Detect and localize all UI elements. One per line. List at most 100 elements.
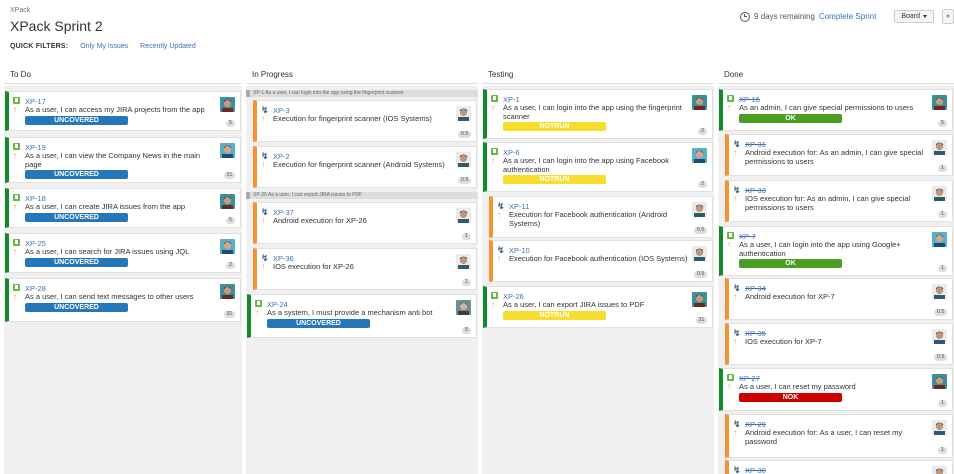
test-status-badge: UNCOVERED — [25, 115, 128, 125]
swimlane-header[interactable]: XP-26 As a user, I can export JIRA issue… — [246, 192, 478, 199]
issue-card[interactable]: ↑ XP-24 As a system, I must provide a mech… — [247, 294, 477, 338]
priority-high-icon: ↑ — [727, 103, 731, 112]
estimate-badge: 0.5 — [458, 177, 471, 184]
avatar[interactable] — [692, 95, 707, 110]
issue-summary-line: Execution for fingerprint scanner (Andro… — [273, 160, 445, 169]
issue-card[interactable]: ↑ XP-18 As a user, I can create JIRA issue… — [5, 188, 241, 228]
avatar[interactable] — [456, 208, 471, 223]
story-icon — [727, 232, 734, 239]
avatar[interactable] — [932, 284, 947, 299]
issue-card[interactable]: ↯ ↑ XP-34 Android execution for XP-7 0.5 — [725, 278, 953, 320]
issue-card[interactable]: ↯ ↑ XP-36 IOS execution for XP-26 1 — [253, 248, 477, 290]
issue-card[interactable]: ↑ XP-26 As a user, I can export JIRA issue… — [483, 286, 713, 328]
column-header-1: In Progress — [252, 70, 293, 79]
priority-high-icon: ↑ — [255, 308, 259, 317]
issue-summary: As a user, I can access my JIRA projects… — [25, 105, 205, 115]
estimate-badge: 2 — [698, 128, 707, 135]
board-menu-button[interactable]: Board — [894, 10, 934, 23]
avatar[interactable] — [456, 300, 471, 315]
quick-filters-label: QUICK FILTERS: — [10, 43, 69, 50]
test-status-badge: UNCOVERED — [25, 302, 128, 312]
story-icon — [13, 284, 20, 291]
issue-summary: As a user, I can view the Company News i… — [25, 151, 201, 169]
avatar[interactable] — [932, 329, 947, 344]
issue-card[interactable]: ↯ ↑ XP-31 Android execution for: As an admi… — [725, 134, 953, 176]
issue-summary: Android execution for: As a user, I can … — [745, 428, 902, 446]
column-divider — [718, 83, 954, 84]
avatar[interactable] — [220, 194, 235, 209]
subtask-icon: ↯ — [733, 419, 741, 429]
issue-summary-line: As a user, I can create JIRA issues from… — [25, 202, 186, 211]
avatar[interactable] — [932, 95, 947, 110]
subtask-icon: ↯ — [733, 328, 741, 338]
issue-summary-line: As a user, I can view the Company News i… — [25, 151, 201, 160]
avatar[interactable] — [692, 148, 707, 163]
avatar[interactable] — [692, 246, 707, 261]
avatar[interactable] — [932, 420, 947, 435]
issue-summary-line: page — [25, 159, 42, 169]
story-icon — [13, 97, 20, 104]
issue-card[interactable]: ↑ XP-1 As a user, I can login into the app… — [483, 89, 713, 139]
subtask-icon: ↯ — [261, 105, 269, 115]
issue-card[interactable]: ↯ ↑ XP-33 IOS execution for: As an admin, I… — [725, 180, 953, 222]
avatar[interactable] — [932, 232, 947, 247]
issue-card[interactable]: ↑ XP-6 As a user, I can login into the app… — [483, 142, 713, 192]
issue-card[interactable]: ↑ XP-28 As a user, I can send text message… — [5, 278, 241, 322]
issue-card[interactable]: ↯ ↑ XP-29 Android execution for: As a user,… — [725, 414, 953, 458]
estimate-badge: 5 — [938, 120, 947, 127]
test-status-badge: NOK — [739, 392, 842, 402]
issue-card[interactable]: ↯ ↑ XP-35 IOS execution for XP-7 0.5 — [725, 323, 953, 365]
issue-summary-line: IOS execution for XP-7 — [745, 337, 822, 346]
avatar[interactable] — [932, 466, 947, 474]
issue-summary: As a user, I can login into the app usin… — [503, 103, 682, 121]
estimate-badge: 1 — [938, 447, 947, 454]
issue-card[interactable]: ↑ XP-19 As a user, I can view the Company … — [5, 137, 241, 183]
avatar[interactable] — [456, 254, 471, 269]
issue-card[interactable]: ↯ ↑ XP-11 Execution for Facebook authentica… — [489, 196, 713, 238]
subtask-icon: ↯ — [497, 201, 505, 211]
collapse-button[interactable]: » — [942, 9, 954, 24]
issue-card[interactable]: ↯↑XP-30 — [725, 460, 953, 474]
priority-high-icon: ↑ — [13, 247, 17, 256]
issue-card[interactable]: ↯ ↑ XP-2 Execution for fingerprint scanner … — [253, 146, 477, 188]
issue-card[interactable]: ↑ XP-27 As a user, I can reset my password… — [719, 368, 953, 411]
project-name[interactable]: XPack — [10, 7, 30, 14]
issue-summary-line: permissions to users — [745, 202, 814, 212]
avatar[interactable] — [220, 97, 235, 112]
avatar[interactable] — [220, 239, 235, 254]
avatar[interactable] — [692, 202, 707, 217]
test-status-badge: UNCOVERED — [25, 170, 128, 180]
subtask-icon: ↯ — [733, 185, 741, 195]
avatar[interactable] — [932, 374, 947, 389]
issue-card[interactable]: ↑ XP-7 As a user, I can login into the app… — [719, 226, 953, 276]
test-status-badge: UNCOVERED — [25, 212, 128, 222]
estimate-badge: 5 — [226, 217, 235, 224]
issue-card[interactable]: ↯ ↑ XP-37 Android execution for XP-26 1 — [253, 202, 477, 244]
issue-summary: As a system, I must provide a mechanism … — [267, 308, 432, 318]
filter-recently-updated[interactable]: Recently Updated — [140, 43, 196, 50]
issue-card[interactable]: ↑ XP-17 As a user, I can access my JIRA pr… — [5, 91, 241, 131]
swimlane-header[interactable]: XP-1 As a user, I can login into the app… — [246, 90, 478, 97]
avatar[interactable] — [456, 152, 471, 167]
avatar[interactable] — [692, 292, 707, 307]
issue-card[interactable]: ↯ ↑ XP-10 Execution for Facebook authentica… — [489, 240, 713, 282]
complete-sprint-link[interactable]: Complete Sprint — [819, 12, 876, 21]
estimate-badge: 1 — [938, 265, 947, 272]
avatar[interactable] — [220, 284, 235, 299]
estimate-badge: 5 — [226, 120, 235, 127]
avatar[interactable] — [220, 143, 235, 158]
issue-summary: Android execution for XP-7 — [745, 292, 835, 302]
story-icon — [13, 194, 20, 201]
column-divider — [482, 83, 714, 84]
avatar[interactable] — [932, 186, 947, 201]
avatar[interactable] — [456, 106, 471, 121]
issue-card[interactable]: ↑ XP-25 As a user, I can search for JIRA i… — [5, 233, 241, 273]
priority-high-icon: ↑ — [491, 103, 495, 112]
avatar[interactable] — [932, 140, 947, 155]
issue-card[interactable]: ↯ ↑ XP-3 Execution for fingerprint scanner … — [253, 100, 477, 142]
filter-only-my-issues[interactable]: Only My Issues — [80, 43, 128, 50]
issue-card[interactable]: ↑ XP-16 As an admin, I can give special pe… — [719, 89, 953, 131]
issue-key[interactable]: XP-30 — [745, 466, 766, 474]
estimate-badge: 5 — [462, 327, 471, 334]
column-header-3: Done — [724, 70, 744, 79]
